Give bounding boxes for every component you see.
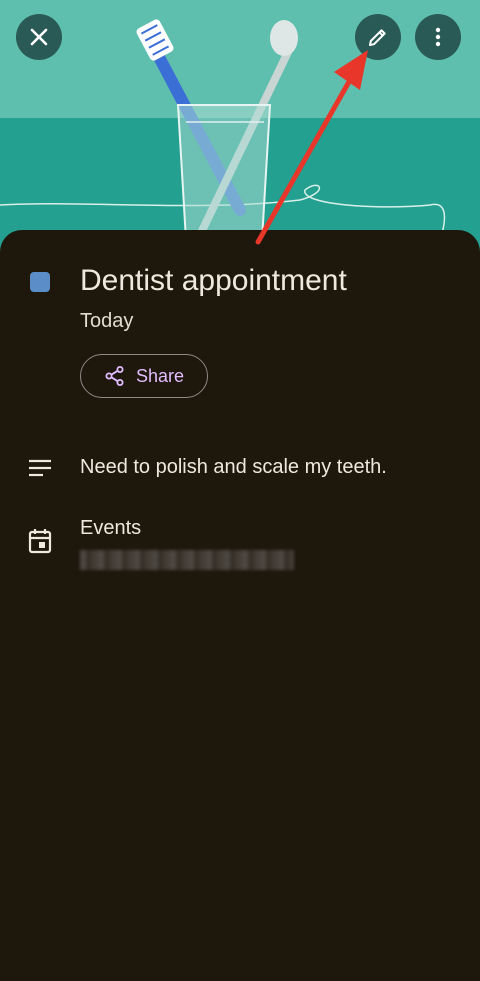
redacted-account-email — [80, 550, 294, 570]
close-icon — [30, 28, 48, 46]
toothbrush-glass-illustration — [0, 0, 480, 260]
edit-button[interactable] — [355, 14, 401, 60]
header-illustration — [0, 0, 480, 260]
event-description: Need to polish and scale my teeth. — [80, 456, 387, 478]
close-button[interactable] — [16, 14, 62, 60]
edit-pencil-icon — [369, 29, 386, 46]
more-options-button[interactable] — [415, 14, 461, 60]
description-icon — [29, 459, 51, 477]
event-date: Today — [80, 310, 134, 332]
share-icon — [105, 366, 124, 386]
share-label: Share — [135, 365, 185, 386]
more-vertical-icon — [435, 27, 441, 47]
calendar-name: Events — [80, 517, 142, 539]
event-title: Dentist appointment — [80, 264, 347, 297]
calendar-icon — [28, 529, 52, 554]
share-button[interactable]: Share — [80, 354, 208, 398]
event-details-sheet: Dentist appointment Today Share Need to … — [0, 230, 480, 981]
event-color-indicator — [30, 272, 50, 292]
